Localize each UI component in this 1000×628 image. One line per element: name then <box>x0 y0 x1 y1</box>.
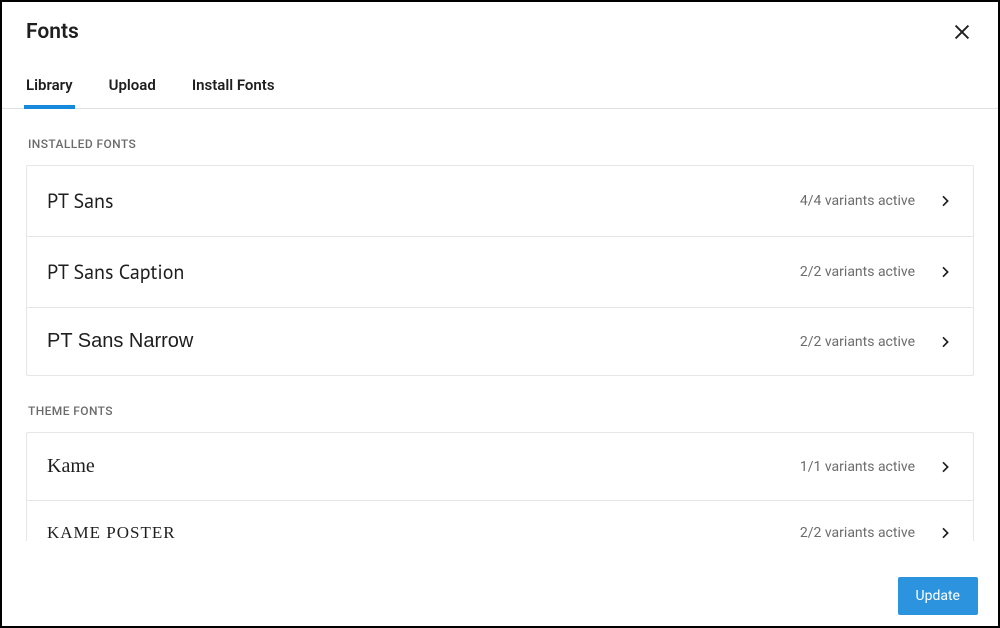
theme-fonts-label: THEME FONTS <box>28 404 974 418</box>
tab-bar: Library Upload Install Fonts <box>2 54 998 109</box>
close-icon <box>951 21 973 43</box>
font-row-right: 2/2 variants active <box>800 264 953 280</box>
font-row-right: 4/4 variants active <box>800 193 953 209</box>
font-row[interactable]: PT Sans Narrow 2/2 variants active <box>27 308 973 375</box>
chevron-right-icon <box>937 334 953 350</box>
font-row[interactable]: PT Sans Caption 2/2 variants active <box>27 237 973 308</box>
variants-text: 1/1 variants active <box>800 459 915 475</box>
chevron-right-icon <box>937 193 953 209</box>
font-row[interactable]: PT Sans 4/4 variants active <box>27 166 973 237</box>
theme-fonts-list: Kame 1/1 variants active KAME POSTER 2/2… <box>26 432 974 541</box>
font-row-right: 1/1 variants active <box>800 459 953 475</box>
font-row[interactable]: KAME POSTER 2/2 variants active <box>27 501 973 541</box>
font-name: PT Sans Caption <box>47 259 184 285</box>
chevron-right-icon <box>937 525 953 541</box>
tab-install-fonts[interactable]: Install Fonts <box>192 76 275 108</box>
font-name: PT Sans Narrow <box>47 330 193 353</box>
installed-fonts-list: PT Sans 4/4 variants active PT Sans Capt… <box>26 165 974 376</box>
font-row-right: 2/2 variants active <box>800 334 953 350</box>
content-area: INSTALLED FONTS PT Sans 4/4 variants act… <box>2 109 998 541</box>
variants-text: 4/4 variants active <box>800 193 915 209</box>
font-row-right: 2/2 variants active <box>800 525 953 541</box>
font-row[interactable]: Kame 1/1 variants active <box>27 433 973 501</box>
variants-text: 2/2 variants active <box>800 264 915 280</box>
modal-title: Fonts <box>26 20 79 44</box>
tab-library[interactable]: Library <box>26 76 73 108</box>
close-button[interactable] <box>950 20 974 44</box>
installed-fonts-label: INSTALLED FONTS <box>28 137 974 151</box>
update-button[interactable]: Update <box>898 577 978 615</box>
variants-text: 2/2 variants active <box>800 525 915 541</box>
modal-header: Fonts <box>2 2 998 54</box>
font-name: PT Sans <box>47 188 113 214</box>
chevron-right-icon <box>937 459 953 475</box>
chevron-right-icon <box>937 264 953 280</box>
tab-upload[interactable]: Upload <box>109 76 156 108</box>
variants-text: 2/2 variants active <box>800 334 915 350</box>
font-name: Kame <box>47 455 95 478</box>
font-name: KAME POSTER <box>47 523 176 541</box>
modal-footer: Update <box>2 566 998 626</box>
